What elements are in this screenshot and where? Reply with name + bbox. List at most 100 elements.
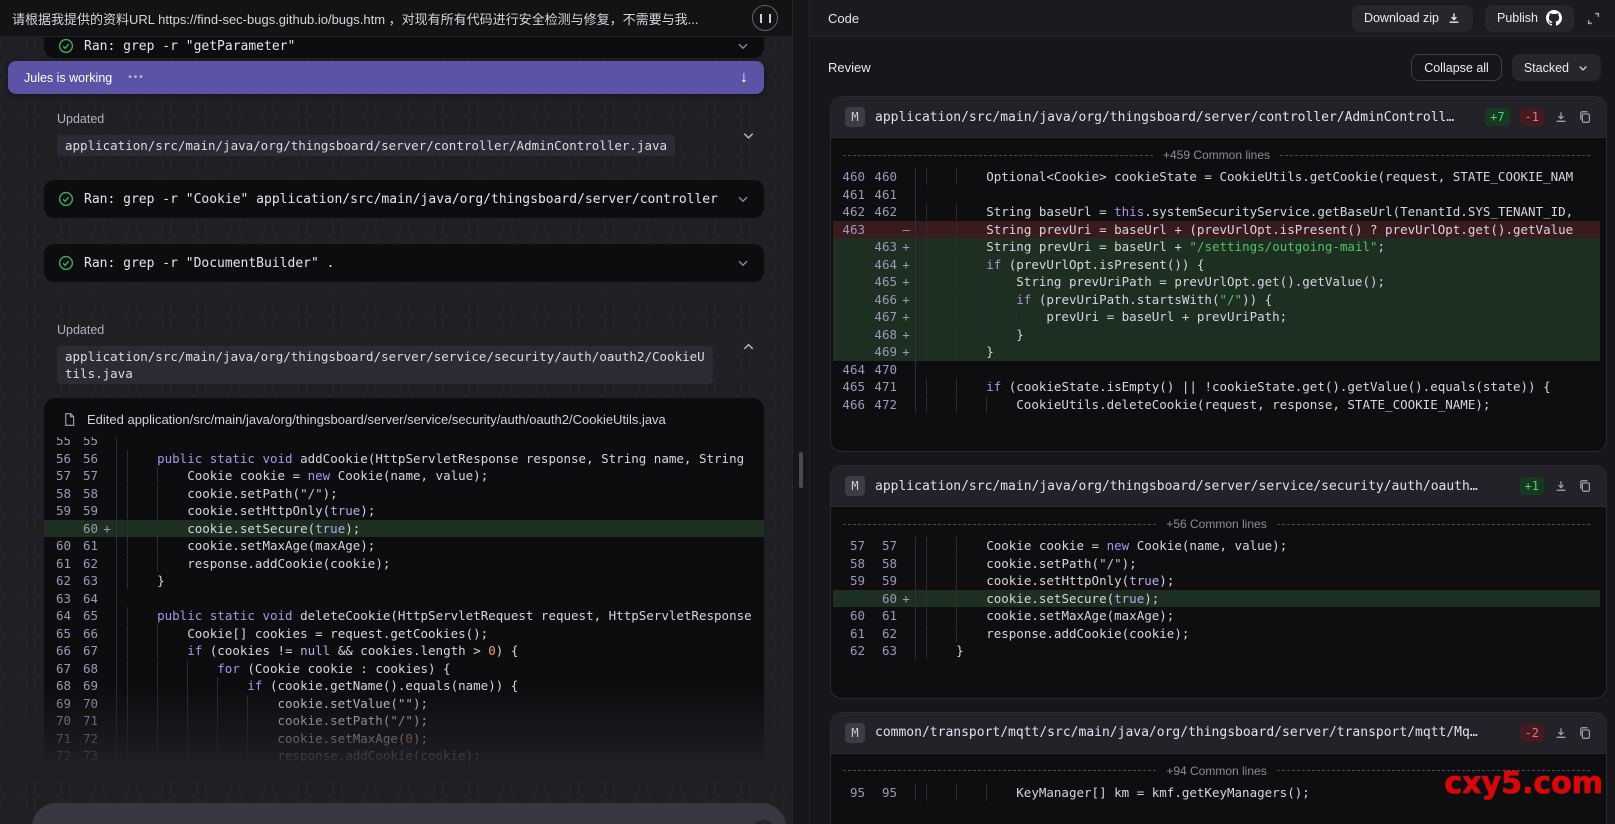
panel-divider bbox=[792, 0, 810, 824]
diff-line: 469 +} bbox=[833, 343, 1600, 361]
diff-line: 60 + cookie.setSecure(true); bbox=[833, 589, 1600, 607]
file-card-header[interactable]: Mapplication/src/main/java/org/thingsboa… bbox=[831, 97, 1606, 138]
status-banner[interactable]: Jules is working ••• ↓ bbox=[8, 61, 764, 94]
file-diff-list: Mapplication/src/main/java/org/thingsboa… bbox=[830, 96, 1607, 824]
expand-panel-icon[interactable] bbox=[1586, 11, 1601, 26]
removed-count-badge: -1 bbox=[1519, 108, 1544, 126]
modified-badge: M bbox=[845, 107, 865, 127]
chevron-down-icon[interactable] bbox=[736, 192, 750, 206]
download-file-button[interactable] bbox=[1554, 110, 1568, 124]
publish-button[interactable]: Publish bbox=[1485, 4, 1574, 32]
download-file-button[interactable] bbox=[1554, 479, 1568, 493]
check-circle-icon bbox=[58, 255, 74, 271]
document-icon bbox=[62, 412, 77, 427]
file-card-header[interactable]: Mcommon/transport/mqtt/src/main/java/org… bbox=[831, 712, 1606, 754]
scroll-to-bottom-arrow[interactable]: ↓ bbox=[740, 69, 748, 87]
step-card-getparameter[interactable]: Ran: grep -r "getParameter" bbox=[44, 37, 764, 58]
file-chip-cookieutils[interactable]: application/src/main/java/org/thingsboar… bbox=[57, 346, 713, 384]
file-card-header[interactable]: Mapplication/src/main/java/org/thingsboa… bbox=[831, 466, 1606, 507]
send-button[interactable] bbox=[750, 820, 776, 824]
copy-file-button[interactable] bbox=[1578, 726, 1592, 740]
edited-file-header[interactable]: Edited application/src/main/java/org/thi… bbox=[44, 398, 764, 437]
added-count-badge: +1 bbox=[1519, 477, 1544, 495]
file-diff-card: Mapplication/src/main/java/org/thingsboa… bbox=[830, 465, 1607, 699]
github-icon bbox=[1546, 10, 1562, 26]
task-prompt: 请根据我提供的资料URL https://find-sec-bugs.githu… bbox=[12, 11, 699, 27]
step-card-grep-documentbuilder[interactable]: Ran: grep -r "DocumentBuilder" . bbox=[44, 244, 764, 282]
diff-line: 467 + prevUri = baseUrl + prevUriPath; bbox=[833, 308, 1600, 326]
updated-label: Updated bbox=[57, 323, 105, 337]
check-circle-icon bbox=[58, 38, 74, 54]
diff-line: 464 470 bbox=[833, 360, 1600, 378]
collapse-all-button[interactable]: Collapse all bbox=[1411, 54, 1502, 81]
diff-line: 70 71 cookie.setPath("/"); bbox=[44, 712, 764, 730]
diff-line: 58 58 cookie.setPath("/"); bbox=[44, 484, 764, 502]
diff-line: 465 471 if (cookieState.isEmpty() || !cook… bbox=[833, 378, 1600, 396]
file-diff-card: Mapplication/src/main/java/org/thingsboa… bbox=[830, 96, 1607, 452]
copy-file-button[interactable] bbox=[1578, 479, 1592, 493]
review-bar: Review Collapse all Stacked bbox=[810, 37, 1615, 94]
diff-line: 61 62 response.addCookie(cookie); bbox=[44, 554, 764, 572]
download-zip-button[interactable]: Download zip bbox=[1351, 4, 1473, 32]
chevron-down-icon[interactable] bbox=[736, 256, 750, 270]
diff-line: 460 460 Optional<Cookie> cookieState = Coo… bbox=[833, 168, 1600, 186]
layout-select[interactable]: Stacked bbox=[1511, 54, 1601, 81]
updated-label: Updated bbox=[57, 112, 105, 126]
review-label: Review bbox=[828, 60, 871, 75]
diff-line: 64 65 public static void deleteCookie(Http… bbox=[44, 607, 764, 625]
task-panel: 请根据我提供的资料URL https://find-sec-bugs.githu… bbox=[0, 0, 792, 824]
diff-line: 461 461 bbox=[833, 185, 1600, 203]
diff-line: 463 + String prevUri = baseUrl + "/setting… bbox=[833, 238, 1600, 256]
pause-button[interactable] bbox=[752, 5, 778, 31]
copy-file-button[interactable] bbox=[1578, 110, 1592, 124]
pause-icon bbox=[759, 13, 771, 23]
file-chip-admincontroller[interactable]: application/src/main/java/org/thingsboar… bbox=[57, 135, 676, 156]
file-path: common/transport/mqtt/src/main/java/org/… bbox=[875, 725, 1478, 740]
chevron-down-icon[interactable] bbox=[741, 128, 756, 143]
step-label: Ran: grep -r "DocumentBuilder" . bbox=[84, 255, 335, 271]
publish-label: Publish bbox=[1497, 11, 1538, 25]
diff-line: 464 + if (prevUrlOpt.isPresent()) { bbox=[833, 255, 1600, 273]
diff-line: 60 61 cookie.setMaxAge(maxAge); bbox=[833, 607, 1600, 625]
diff-line: 62 63} bbox=[44, 572, 764, 590]
diff-line: 462 462 String baseUrl = this.systemSecuri… bbox=[833, 203, 1600, 221]
chevron-up-icon[interactable] bbox=[741, 339, 756, 354]
diff-line: 60 + cookie.setSecure(true); bbox=[44, 519, 764, 537]
diff-line: 57 57 Cookie cookie = new Cookie(name, val… bbox=[833, 537, 1600, 555]
diff-line: 466 472 CookieUtils.deleteCookie(request, … bbox=[833, 395, 1600, 413]
step-label: Ran: grep -r "getParameter" bbox=[84, 38, 296, 54]
diff-line: 67 68 for (Cookie cookie : cookies) { bbox=[44, 659, 764, 677]
code-top-bar: Code Download zip Publish bbox=[810, 0, 1615, 37]
diff-line: 59 59 cookie.setHttpOnly(true); bbox=[44, 502, 764, 520]
diff-line: 59 59 cookie.setHttpOnly(true); bbox=[833, 572, 1600, 590]
chevron-down-icon[interactable] bbox=[736, 39, 750, 53]
left-diff-lines: 55 55 56 56 public static void addCookie(Htt… bbox=[44, 432, 764, 765]
left-top-bar: 请根据我提供的资料URL https://find-sec-bugs.githu… bbox=[0, 0, 792, 37]
diff-line: 58 58 cookie.setPath("/"); bbox=[833, 554, 1600, 572]
diff-line: 468 +} bbox=[833, 325, 1600, 343]
diff-line: 72 73 response.addCookie(cookie); bbox=[44, 747, 764, 765]
diff-line: 68 69 if (cookie.getName().equals(name)) { bbox=[44, 677, 764, 695]
message-composer[interactable]: Talk to Jules bbox=[32, 803, 786, 824]
diff-line: 66 67 if (cookies != null && cookies.lengt… bbox=[44, 642, 764, 660]
edited-file-title: Edited application/src/main/java/org/thi… bbox=[87, 412, 666, 427]
working-dots: ••• bbox=[128, 72, 145, 83]
file-path: application/src/main/java/org/thingsboar… bbox=[875, 478, 1478, 494]
diff-line: 466 + if (prevUriPath.startsWith("/")) { bbox=[833, 290, 1600, 308]
common-lines-separator: +459 Common lines bbox=[843, 147, 1590, 163]
diff-line: 63 64 bbox=[44, 589, 764, 607]
chevron-down-icon bbox=[1577, 62, 1589, 74]
diff-line: 71 72 cookie.setMaxAge(0); bbox=[44, 729, 764, 747]
modified-badge: M bbox=[845, 476, 865, 496]
added-count-badge: +7 bbox=[1485, 108, 1510, 126]
status-banner-label: Jules is working bbox=[24, 70, 113, 85]
code-title: Code bbox=[828, 10, 860, 26]
step-card-grep-cookie[interactable]: Ran: grep -r "Cookie" application/src/ma… bbox=[44, 180, 764, 218]
file-diff-lines: +56 Common lines 57 57 Cookie cookie = new … bbox=[833, 516, 1600, 660]
resize-handle[interactable] bbox=[799, 452, 803, 488]
check-circle-icon bbox=[58, 191, 74, 207]
diff-line: 56 56 public static void addCookie(HttpSer… bbox=[44, 449, 764, 467]
removed-count-badge: -2 bbox=[1519, 723, 1544, 742]
download-zip-label: Download zip bbox=[1363, 11, 1439, 25]
download-file-button[interactable] bbox=[1554, 726, 1568, 740]
